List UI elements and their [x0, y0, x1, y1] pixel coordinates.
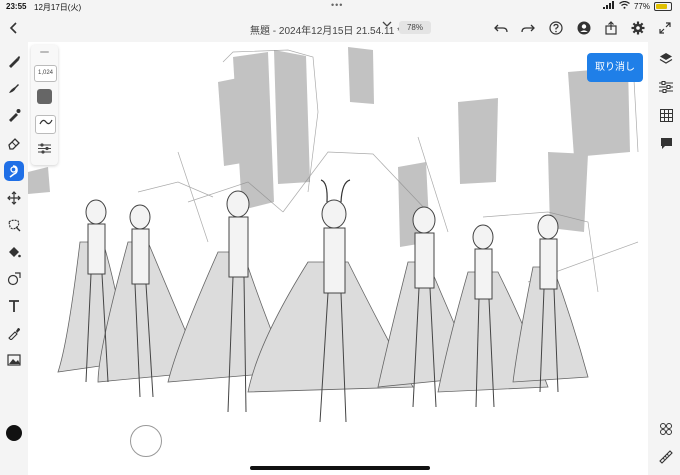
drawing-canvas[interactable] — [28, 42, 648, 475]
back-icon[interactable] — [4, 18, 24, 38]
panel-drag-handle[interactable] — [40, 51, 49, 53]
undo-icon[interactable] — [491, 18, 511, 38]
battery-percent: 77% — [633, 1, 650, 11]
image-import-icon[interactable] — [4, 350, 24, 370]
settings-gear-icon[interactable] — [628, 18, 648, 38]
smudge-tool-icon[interactable] — [4, 161, 24, 181]
move-tool-icon[interactable] — [4, 188, 24, 208]
layers-icon[interactable] — [656, 49, 676, 69]
status-indicators: 77% — [602, 0, 672, 11]
comments-icon[interactable] — [656, 133, 676, 153]
vector-brush-icon[interactable] — [4, 105, 24, 125]
chevron-down-icon[interactable] — [382, 20, 392, 31]
cancel-button[interactable]: 取り消し — [587, 53, 643, 82]
plugins-icon[interactable] — [656, 419, 676, 439]
multitasking-dots[interactable]: ••• — [331, 0, 343, 10]
fill-tool-icon[interactable] — [4, 242, 24, 262]
battery-icon — [654, 1, 672, 11]
status-time: 23:55 — [6, 2, 27, 11]
share-icon[interactable] — [601, 18, 621, 38]
status-date: 12月17日(火) — [34, 3, 82, 12]
home-indicator[interactable] — [250, 466, 430, 470]
brush-color-swatch[interactable] — [37, 89, 52, 104]
touch-shortcut-button[interactable] — [130, 425, 162, 457]
brush-settings-sliders-icon[interactable] — [38, 143, 51, 157]
selection-tool-icon[interactable] — [4, 215, 24, 235]
properties-sliders-icon[interactable] — [656, 77, 676, 97]
brush-size-field[interactable]: 1,024 — [34, 65, 57, 82]
eraser-icon[interactable] — [4, 133, 24, 153]
wifi-icon — [619, 0, 630, 11]
help-icon[interactable] — [546, 18, 566, 38]
pixel-brush-icon[interactable] — [4, 78, 24, 98]
expand-icon[interactable] — [655, 18, 675, 38]
shape-tool-icon[interactable] — [4, 269, 24, 289]
account-icon[interactable] — [574, 18, 594, 38]
left-toolbar — [0, 45, 28, 475]
document-title[interactable]: 無題 - 2024年12月15日 21.54.11 * — [250, 22, 401, 37]
right-toolbar — [652, 45, 680, 475]
redo-icon[interactable] — [518, 18, 538, 38]
grid-icon[interactable] — [656, 105, 676, 125]
text-tool-icon[interactable] — [4, 296, 24, 316]
brush-pressure-curve-icon[interactable] — [35, 115, 56, 134]
sketch-artwork — [28, 47, 639, 423]
signal-icon — [602, 1, 615, 11]
zoom-level[interactable]: 78% — [399, 21, 431, 34]
eyedropper-icon[interactable] — [4, 323, 24, 343]
status-bar: 23:55 12月17日(火) ••• 77% — [0, 0, 680, 14]
brush-tool-icon[interactable] — [4, 51, 24, 71]
ruler-icon[interactable] — [656, 447, 676, 467]
brush-settings-panel: 1,024 — [31, 45, 58, 165]
current-color-swatch[interactable] — [6, 425, 22, 441]
